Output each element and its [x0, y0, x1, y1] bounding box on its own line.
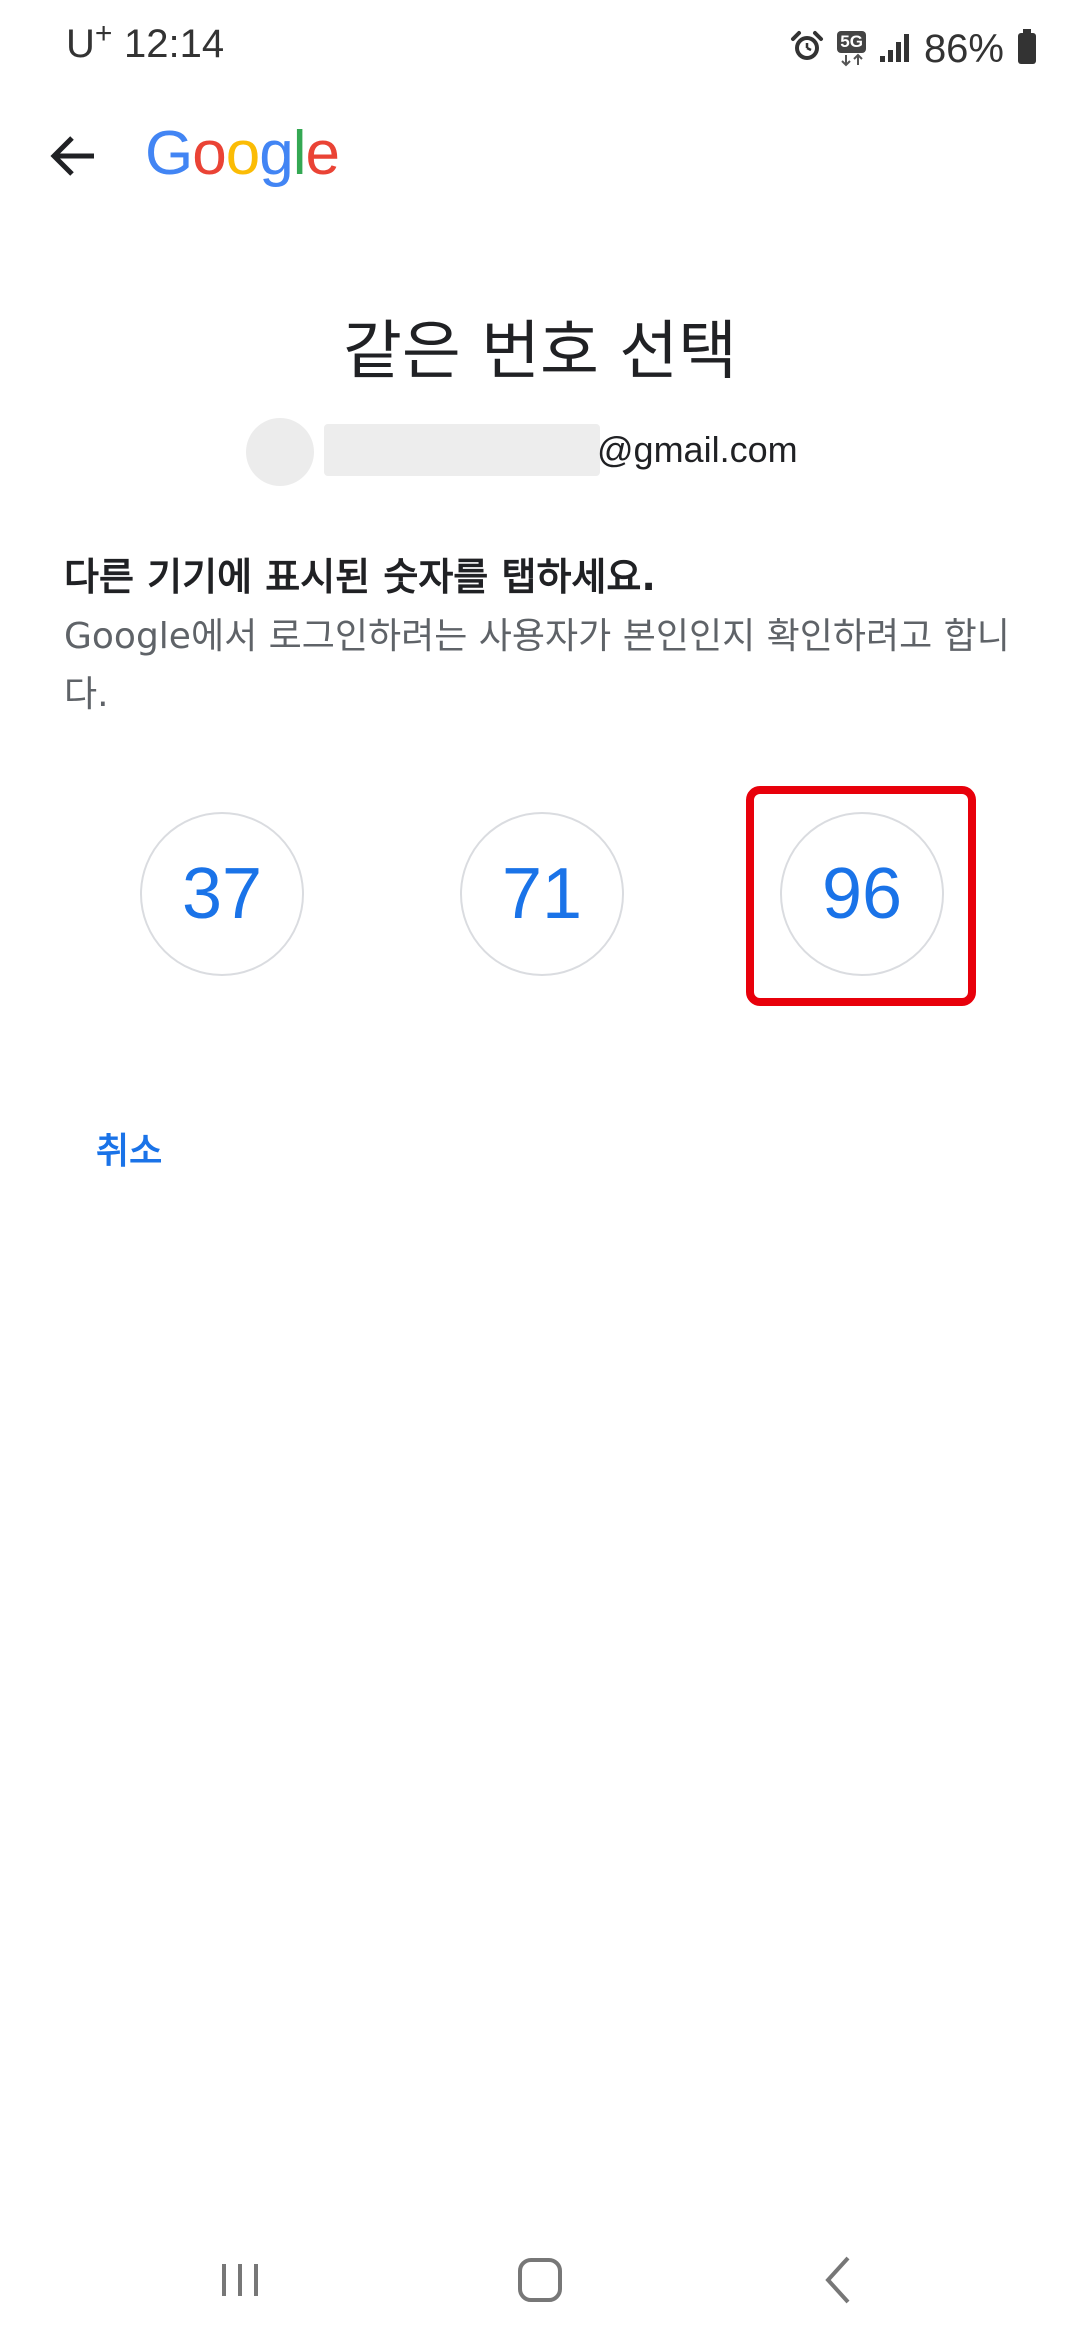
carrier-label: U+ [66, 17, 112, 67]
home-button[interactable] [500, 2240, 580, 2320]
arrow-left-icon [50, 136, 94, 176]
logo-letter: G [145, 119, 193, 188]
nav-back-button[interactable] [800, 2240, 880, 2320]
avatar [246, 418, 314, 486]
recents-icon [222, 2264, 258, 2296]
logo-letter: g [259, 119, 293, 188]
number-choice-button[interactable]: 37 [140, 812, 304, 976]
carrier-name: U [66, 22, 95, 66]
home-icon [518, 2258, 562, 2302]
status-icons: 5G 86% [789, 24, 1038, 74]
alarm-icon [789, 29, 825, 69]
status-time: 12:14 [124, 22, 225, 66]
google-logo: Google [145, 114, 340, 194]
logo-letter: o [192, 119, 226, 188]
instruction-heading: 다른 기기에 표시된 숫자를 탭하세요. [64, 555, 656, 599]
network-5g-icon: 5G [837, 31, 866, 67]
redacted-username [324, 424, 600, 476]
logo-letter: o [225, 119, 260, 188]
instruction-body: Google에서 로그인하려는 사용자가 본인인지 확인하려고 합니다. [64, 616, 1010, 715]
battery-percentage: 86% [923, 26, 1004, 71]
logo-letter: e [305, 119, 339, 188]
network-label: 5G [837, 31, 866, 53]
logo-letter: l [292, 119, 307, 188]
battery-icon [1016, 28, 1038, 70]
signal-icon [878, 30, 912, 68]
status-bar: U+ 12:14 5G 86% [0, 0, 1080, 100]
cancel-button[interactable]: 취소 [96, 1122, 162, 1174]
recents-button[interactable] [200, 2240, 280, 2320]
chevron-left-icon [825, 2256, 850, 2304]
page-title: 같은 번호 선택 [343, 315, 737, 389]
account-email: @gmail.com [597, 429, 798, 470]
carrier-plus: + [94, 17, 113, 50]
navigation-bar [0, 2220, 1080, 2340]
number-choice-button[interactable]: 71 [460, 812, 624, 976]
back-button[interactable] [44, 126, 104, 186]
screen: U+ 12:14 5G 86% Google 같은 번호 선택 @gmail.c… [0, 0, 1080, 2340]
highlight-annotation [746, 786, 976, 1006]
